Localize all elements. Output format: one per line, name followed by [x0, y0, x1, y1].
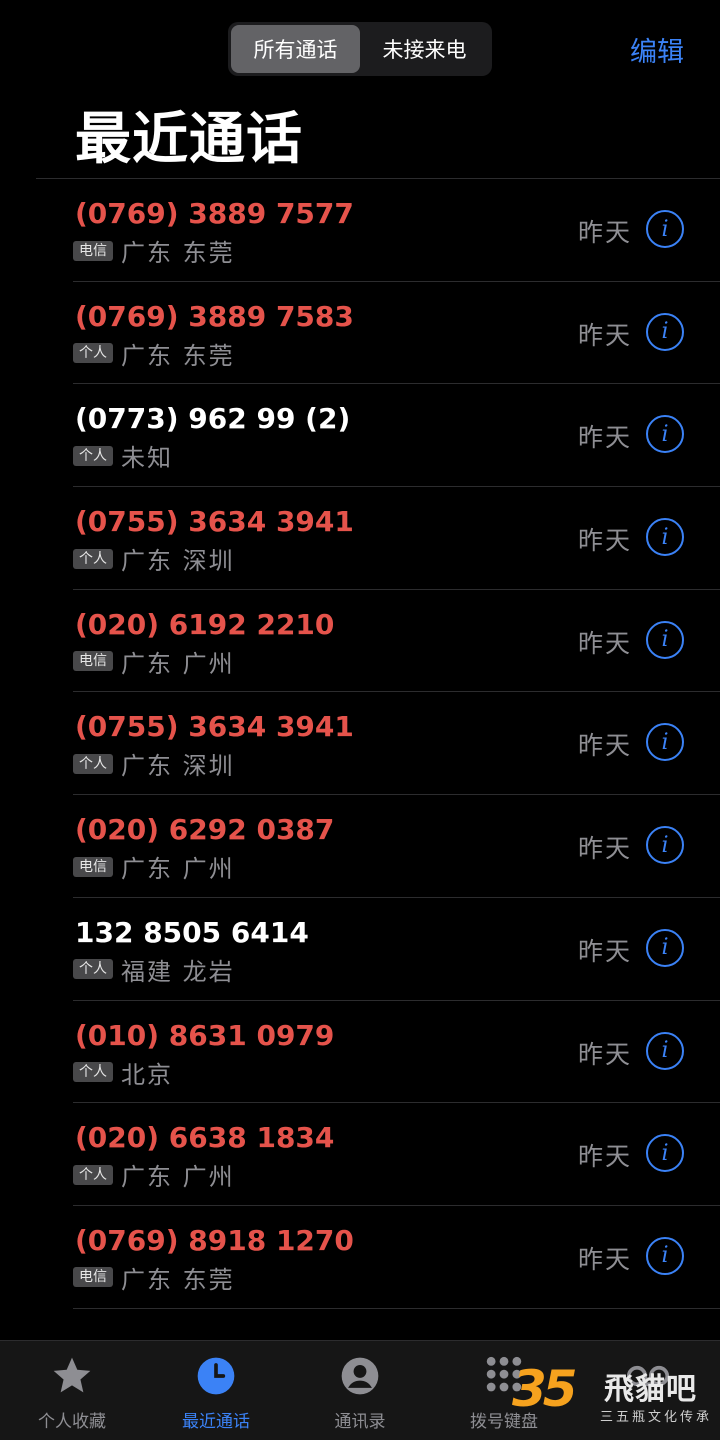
- call-date: 昨天: [577, 423, 632, 453]
- call-meta: 电信 广东 广州: [73, 849, 235, 884]
- recent-calls-list: (0769) 3889 7577 电信 广东 东莞 昨天 i (0769) 3889 75…: [0, 179, 720, 1309]
- call-type-badge: 个人: [73, 753, 113, 774]
- call-type-badge: 电信: [73, 240, 113, 261]
- call-row[interactable]: (0769) 8918 1270 电信 广东 东莞 昨天 i: [73, 1206, 720, 1309]
- call-location: 广东 东莞: [121, 239, 235, 267]
- call-number: 132 8505 6414: [75, 915, 309, 949]
- info-icon[interactable]: i: [646, 1236, 684, 1275]
- call-location: 未知: [121, 444, 173, 473]
- watermark-logo: 35 飛貓吧 三五瓶文化传承: [512, 1360, 712, 1430]
- clock-icon: [193, 1353, 239, 1399]
- call-location: 广东 东莞: [121, 1265, 235, 1294]
- call-row[interactable]: (0773) 962 99 (2) 个人 未知 昨天 i: [73, 384, 720, 488]
- info-icon[interactable]: i: [646, 826, 684, 865]
- call-row[interactable]: (0755) 3634 3941 个人 广东 深圳 昨天 i: [73, 487, 720, 590]
- call-row[interactable]: (0769) 3889 7577 电信 广东 东莞 昨天 i: [73, 179, 720, 282]
- call-location: 广东 广州: [121, 855, 235, 884]
- call-number: (020) 6292 0387: [75, 813, 335, 847]
- tab-contacts[interactable]: 通讯录: [288, 1341, 432, 1440]
- call-type-badge: 电信: [73, 651, 113, 672]
- call-date: 昨天: [577, 731, 632, 761]
- call-meta: 电信 广东 东莞: [73, 1260, 235, 1295]
- info-icon[interactable]: i: [646, 312, 684, 351]
- call-number: (010) 8631 0979: [75, 1018, 335, 1052]
- watermark-brand: 飛貓吧: [604, 1372, 697, 1407]
- info-icon[interactable]: i: [646, 210, 684, 248]
- watermark-subtitle: 三五瓶文化传承: [600, 1410, 713, 1425]
- info-icon[interactable]: i: [646, 620, 684, 659]
- call-location: 福建 龙岩: [121, 957, 235, 986]
- info-icon[interactable]: i: [646, 1134, 684, 1173]
- call-type-badge: 个人: [73, 1164, 113, 1185]
- call-date: 昨天: [577, 1142, 632, 1172]
- call-date: 昨天: [577, 320, 632, 350]
- call-date: 昨天: [577, 834, 632, 864]
- info-icon[interactable]: i: [646, 1031, 684, 1070]
- call-row[interactable]: (010) 8631 0979 个人 北京 昨天 i: [73, 1001, 720, 1104]
- call-date: 昨天: [577, 1039, 632, 1069]
- call-meta: 个人 未知: [73, 438, 173, 473]
- call-number: (0755) 3634 3941: [75, 710, 354, 744]
- call-meta: 个人 广东 深圳: [73, 541, 235, 576]
- tab-recents[interactable]: 最近通话: [144, 1341, 288, 1440]
- call-row[interactable]: (020) 6192 2210 电信 广东 广州 昨天 i: [73, 590, 720, 693]
- tab-label: 个人收藏: [38, 1412, 106, 1432]
- call-row[interactable]: (0769) 3889 7583 个人 广东 东莞 昨天 i: [73, 282, 720, 385]
- call-meta: 电信 广东 东莞: [73, 233, 235, 268]
- call-date: 昨天: [577, 218, 632, 247]
- call-meta: 个人 广东 东莞: [73, 336, 235, 371]
- contact-icon: [337, 1353, 383, 1399]
- call-location: 广东 广州: [121, 1163, 235, 1192]
- call-location: 广东 广州: [121, 649, 235, 678]
- call-number: (0755) 3634 3941: [75, 505, 354, 539]
- call-row[interactable]: 132 8505 6414 个人 福建 龙岩 昨天 i: [73, 898, 720, 1001]
- info-icon[interactable]: i: [646, 518, 684, 557]
- call-type-badge: 电信: [73, 1267, 113, 1288]
- call-type-badge: 个人: [73, 548, 113, 569]
- segment-missed-calls[interactable]: 未接来电: [360, 25, 489, 73]
- call-date: 昨天: [577, 1244, 632, 1274]
- call-type-badge: 个人: [73, 343, 113, 364]
- call-number: (020) 6192 2210: [75, 607, 335, 641]
- call-number: (0769) 3889 7577: [75, 197, 354, 230]
- segment-all-calls[interactable]: 所有通话: [231, 25, 360, 73]
- call-meta: 个人 福建 龙岩: [73, 952, 235, 987]
- call-filter-segmented-control: 所有通话 未接来电: [228, 22, 492, 76]
- call-date: 昨天: [577, 936, 632, 966]
- info-icon[interactable]: i: [646, 723, 684, 762]
- info-icon[interactable]: i: [646, 415, 684, 454]
- tab-label: 最近通话: [182, 1412, 250, 1432]
- call-row[interactable]: (020) 6638 1834 个人 广东 广州 昨天 i: [73, 1103, 720, 1206]
- watermark-number: 35: [512, 1360, 578, 1418]
- call-row[interactable]: (020) 6292 0387 电信 广东 广州 昨天 i: [73, 795, 720, 898]
- call-row[interactable]: (0755) 3634 3941 个人 广东 深圳 昨天 i: [73, 692, 720, 796]
- call-location: 广东 深圳: [121, 752, 235, 781]
- call-meta: 个人 北京: [73, 1055, 173, 1090]
- call-date: 昨天: [577, 526, 632, 556]
- call-location: 北京: [121, 1060, 173, 1089]
- tab-favorites[interactable]: 个人收藏: [0, 1341, 144, 1440]
- tab-label: 通讯录: [334, 1412, 386, 1432]
- call-type-badge: 个人: [73, 959, 113, 980]
- call-type-badge: 个人: [73, 445, 113, 466]
- call-meta: 电信 广东 广州: [73, 644, 235, 679]
- call-meta: 个人 广东 深圳: [73, 746, 235, 781]
- call-date: 昨天: [577, 628, 632, 658]
- info-icon[interactable]: i: [646, 928, 684, 967]
- edit-button[interactable]: 编辑: [630, 30, 684, 69]
- call-number: (0773) 962 99 (2): [75, 402, 351, 436]
- call-location: 广东 深圳: [121, 547, 235, 576]
- star-icon: [49, 1353, 95, 1399]
- call-number: (0769) 3889 7583: [75, 299, 354, 333]
- page-title: 最近通话: [75, 107, 303, 172]
- call-type-badge: 个人: [73, 1062, 113, 1082]
- call-type-badge: 电信: [73, 856, 113, 877]
- call-location: 广东 东莞: [121, 341, 235, 370]
- call-number: (0769) 8918 1270: [75, 1223, 354, 1257]
- call-number: (020) 6638 1834: [75, 1121, 335, 1155]
- recents-screen: 所有通话 未接来电 编辑 最近通话 (0769) 3889 7577 电信 广东 东…: [0, 0, 720, 1440]
- call-meta: 个人 广东 广州: [73, 1157, 235, 1192]
